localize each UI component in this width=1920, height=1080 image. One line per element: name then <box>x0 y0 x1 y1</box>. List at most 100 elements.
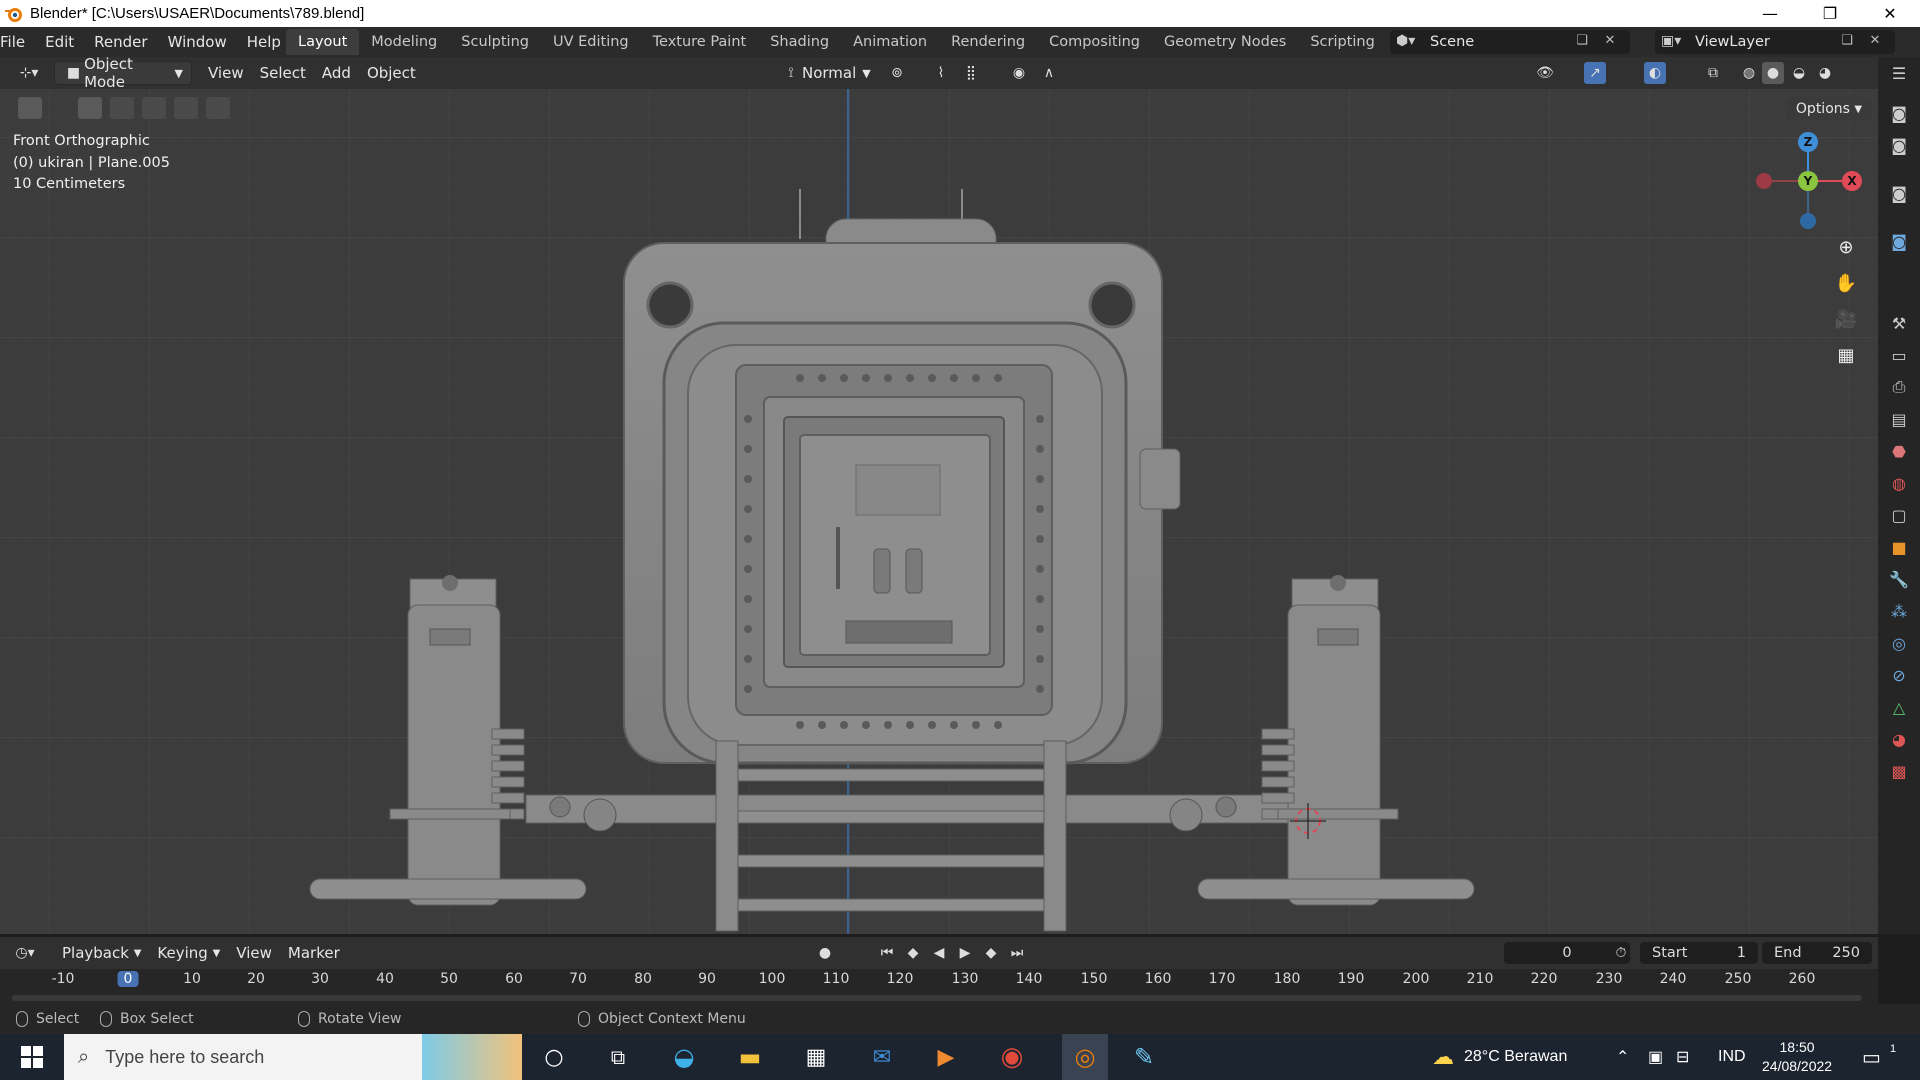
cortana-icon[interactable]: ○ <box>538 1041 570 1073</box>
visibility-icon[interactable]: 👁 <box>1534 62 1556 84</box>
tab-geometry-nodes[interactable]: Geometry Nodes <box>1152 29 1298 55</box>
snap-target-icon[interactable]: ⣿ <box>960 62 982 84</box>
menu-edit[interactable]: Edit <box>35 27 84 57</box>
physics-props-icon[interactable]: ◎ <box>1878 627 1920 659</box>
tool-settings-icon[interactable]: ⚒ <box>1878 307 1920 339</box>
new-viewlayer-icon[interactable]: ❏ <box>1837 33 1857 51</box>
gizmo-toggle-icon[interactable]: ↗ <box>1584 62 1606 84</box>
chrome-icon[interactable]: ◉ <box>996 1041 1028 1073</box>
blender-taskbar-icon[interactable]: ◎ <box>1062 1034 1108 1080</box>
select-menu[interactable]: Select <box>252 61 314 85</box>
delete-viewlayer-icon[interactable]: ✕ <box>1865 33 1885 51</box>
object-menu[interactable]: Object <box>359 61 424 85</box>
proportional-edit-icon[interactable]: ◉ <box>1008 62 1030 84</box>
zoom-icon[interactable]: ⊕ <box>1830 231 1862 263</box>
task-view-icon[interactable]: ⧉ <box>602 1041 634 1073</box>
network-icon[interactable]: ⊟ <box>1676 1034 1689 1080</box>
playback-menu[interactable]: Playback ▼ <box>54 941 149 965</box>
mail-icon[interactable]: ✉ <box>866 1041 898 1073</box>
new-scene-icon[interactable]: ❏ <box>1572 33 1592 51</box>
view-menu[interactable]: View <box>200 61 252 85</box>
constraints-props-icon[interactable]: ⊘ <box>1878 659 1920 691</box>
timeline-view-menu[interactable]: View <box>228 941 280 965</box>
tab-animation[interactable]: Animation <box>841 29 939 55</box>
jump-end-icon[interactable]: ⏭ <box>1006 942 1028 964</box>
tab-sculpting[interactable]: Sculpting <box>449 29 541 55</box>
output-props-icon[interactable]: ⎙ <box>1878 371 1920 403</box>
mesh-data-props-icon[interactable]: △ <box>1878 691 1920 723</box>
texture-props-icon[interactable]: ▩ <box>1878 755 1920 787</box>
tab-layout[interactable]: Layout <box>286 29 360 55</box>
orientation-dropdown[interactable]: ⟟ Normal ▼ <box>772 61 879 85</box>
timeline-editor-icon[interactable]: ◷▾ <box>14 942 36 964</box>
gizmo-x-axis[interactable]: X <box>1842 171 1862 191</box>
tab-scripting[interactable]: Scripting <box>1298 29 1386 55</box>
jump-start-icon[interactable]: ⏮ <box>876 942 898 964</box>
taskbar-search-input[interactable]: ⌕ Type here to search <box>64 1034 522 1080</box>
gizmo-y-axis[interactable]: Y <box>1798 171 1818 191</box>
camera-icon[interactable]: ◙ <box>1878 225 1920 257</box>
start-windows-icon[interactable] <box>16 1041 48 1073</box>
next-keyframe-icon[interactable]: ◆ <box>980 942 1002 964</box>
play-icon[interactable]: ▶ <box>954 942 976 964</box>
delete-scene-icon[interactable]: ✕ <box>1600 33 1620 51</box>
camera-view-icon[interactable]: 🎥 <box>1830 303 1862 335</box>
clock[interactable]: 18:50 24/08/2022 <box>1762 1034 1832 1080</box>
preview-range-icon[interactable]: ⏱ <box>1610 942 1632 964</box>
wireframe-shading-icon[interactable]: ◍ <box>1738 62 1760 84</box>
viewlayer-selector[interactable]: ▣▾ ViewLayer ❏ ✕ <box>1655 30 1895 54</box>
end-frame-field[interactable]: End 250 <box>1762 942 1872 964</box>
add-menu[interactable]: Add <box>314 61 359 85</box>
notifications-icon[interactable]: ▭ <box>1862 1034 1881 1080</box>
snap-toggle-icon[interactable]: ⌇ <box>930 62 952 84</box>
timeline-scrollbar[interactable] <box>12 995 1862 1001</box>
frame-ruler[interactable]: -10 0 10 20 30 40 50 60 70 80 90 100 110… <box>0 969 1878 991</box>
tab-shading[interactable]: Shading <box>758 29 841 55</box>
gizmo-neg-z-axis[interactable] <box>1800 213 1816 229</box>
menu-help[interactable]: Help <box>237 27 291 57</box>
camera-icon[interactable]: ◙ <box>1878 129 1920 161</box>
render-props-icon[interactable]: ▭ <box>1878 339 1920 371</box>
play-reverse-icon[interactable]: ◀ <box>928 942 950 964</box>
mode-dropdown[interactable]: ■ Object Mode ▼ <box>54 55 192 91</box>
current-frame-marker[interactable]: 0 <box>117 971 139 987</box>
ortho-grid-icon[interactable]: ▦ <box>1830 339 1862 371</box>
scene-props-icon[interactable]: ⬣ <box>1878 435 1920 467</box>
weather-widget[interactable]: ☁ 28°C Berawan <box>1432 1034 1567 1080</box>
paint-icon[interactable]: ✎ <box>1128 1041 1160 1073</box>
pivot-icon[interactable]: ⊚ <box>886 62 908 84</box>
record-icon[interactable]: ● <box>814 942 836 964</box>
menu-window[interactable]: Window <box>158 27 237 57</box>
collection-props-icon[interactable]: ▢ <box>1878 499 1920 531</box>
menu-render[interactable]: Render <box>84 27 157 57</box>
tab-rendering[interactable]: Rendering <box>939 29 1037 55</box>
tab-modeling[interactable]: Modeling <box>359 29 449 55</box>
store-icon[interactable]: ▦ <box>800 1041 832 1073</box>
3d-model-render[interactable] <box>0 89 1878 934</box>
marker-menu[interactable]: Marker <box>280 941 348 965</box>
pan-hand-icon[interactable]: ✋ <box>1830 267 1862 299</box>
meet-now-icon[interactable]: ▣ <box>1648 1034 1663 1080</box>
edge-icon[interactable]: ◒ <box>668 1041 700 1073</box>
camera-icon[interactable]: ◙ <box>1878 177 1920 209</box>
particles-props-icon[interactable]: ⁂ <box>1878 595 1920 627</box>
3d-viewport[interactable]: Front Orthographic (0) ukiran | Plane.00… <box>0 89 1878 934</box>
minimize-button[interactable]: — <box>1740 0 1800 27</box>
world-props-icon[interactable]: ◍ <box>1878 467 1920 499</box>
tab-texture-paint[interactable]: Texture Paint <box>641 29 759 55</box>
restore-button[interactable]: ❐ <box>1800 0 1860 27</box>
solid-shading-icon[interactable]: ● <box>1762 62 1784 84</box>
overlays-toggle-icon[interactable]: ◐ <box>1644 62 1666 84</box>
start-frame-field[interactable]: Start 1 <box>1640 942 1758 964</box>
media-player-icon[interactable]: ▶ <box>930 1041 962 1073</box>
object-props-icon[interactable]: ■ <box>1878 531 1920 563</box>
camera-icon[interactable]: ◙ <box>1878 97 1920 129</box>
outliner-icon[interactable]: ☰ <box>1878 57 1920 89</box>
material-shading-icon[interactable]: ◒ <box>1788 62 1810 84</box>
keying-menu[interactable]: Keying ▼ <box>149 941 228 965</box>
xray-toggle-icon[interactable]: ⧉ <box>1702 62 1724 84</box>
prev-keyframe-icon[interactable]: ◆ <box>902 942 924 964</box>
falloff-icon[interactable]: ∧ <box>1038 62 1060 84</box>
modifier-props-icon[interactable]: 🔧 <box>1878 563 1920 595</box>
gizmo-neg-x-axis[interactable] <box>1756 173 1772 189</box>
